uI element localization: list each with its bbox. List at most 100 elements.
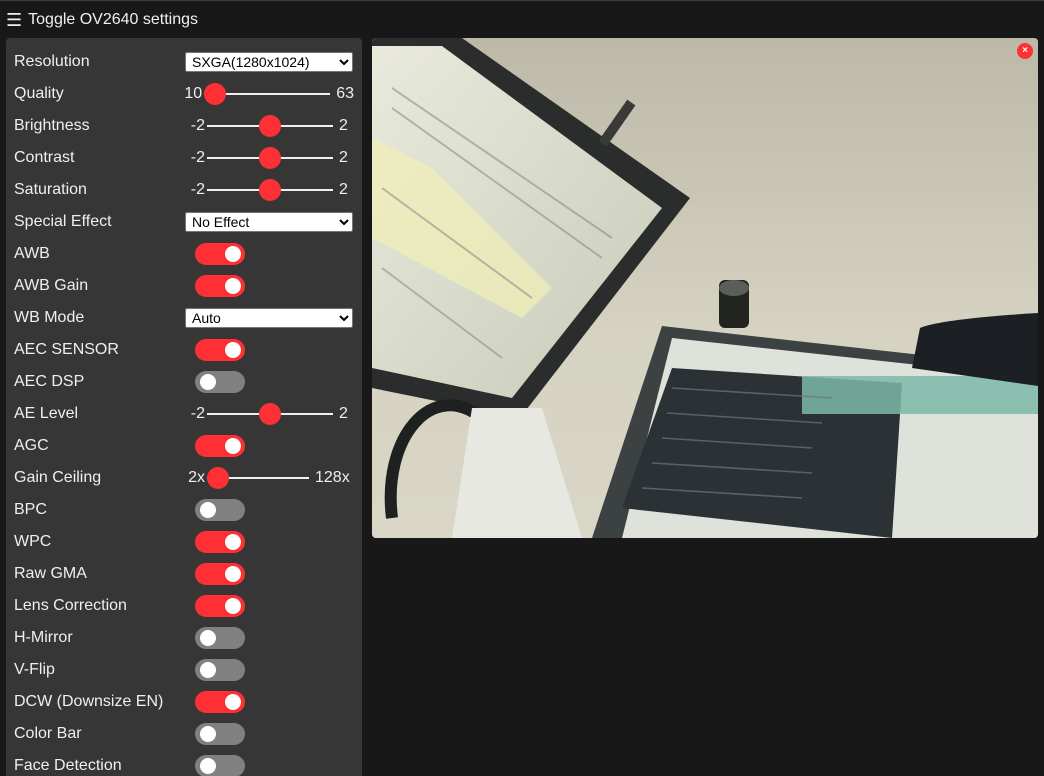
quality-min: 10 (184, 85, 203, 102)
aec-sensor-toggle-knob (225, 342, 241, 358)
v-flip-toggle[interactable] (195, 659, 245, 681)
contrast-row: Contrast -2 2 (14, 142, 354, 174)
agc-toggle-knob (225, 438, 241, 454)
brightness-row: Brightness -2 2 (14, 110, 354, 142)
saturation-track[interactable] (207, 179, 333, 201)
dcw-toggle[interactable] (195, 691, 245, 713)
bpc-toggle-knob (200, 502, 216, 518)
gain-ceiling-label: Gain Ceiling (14, 469, 102, 486)
awb-toggle[interactable] (195, 243, 245, 265)
brightness-slider[interactable]: -2 2 (185, 115, 348, 137)
bpc-row: BPC (14, 494, 354, 526)
special-effect-select[interactable]: No Effect (185, 212, 353, 232)
brightness-label: Brightness (14, 117, 90, 134)
awb-label: AWB (14, 245, 50, 262)
color-bar-toggle-knob (200, 726, 216, 742)
quality-row: Quality 10 63 (14, 78, 354, 110)
wpc-label: WPC (14, 533, 52, 550)
color-bar-toggle[interactable] (195, 723, 245, 745)
lens-correction-toggle[interactable] (195, 595, 245, 617)
v-flip-toggle-knob (200, 662, 216, 678)
h-mirror-toggle-knob (200, 630, 216, 646)
quality-thumb[interactable] (204, 83, 227, 105)
gain-ceiling-slider[interactable]: 2x 128x (185, 467, 350, 489)
awb-toggle-knob (225, 246, 241, 262)
color-bar-label: Color Bar (14, 725, 82, 742)
ae-level-min: -2 (190, 405, 205, 422)
aec-dsp-row: AEC DSP (14, 366, 354, 398)
face-detection-label: Face Detection (14, 757, 122, 774)
wpc-toggle-knob (225, 534, 241, 550)
h-mirror-label: H-Mirror (14, 629, 73, 646)
ae-level-thumb[interactable] (259, 403, 281, 425)
quality-slider[interactable]: 10 63 (182, 83, 354, 105)
awb-gain-toggle[interactable] (195, 275, 245, 297)
awb-gain-toggle-knob (225, 278, 241, 294)
face-detection-toggle[interactable] (195, 755, 245, 776)
special-effect-row: Special Effect No Effect (14, 206, 354, 238)
special-effect-label: Special Effect (14, 213, 112, 230)
close-stream-button[interactable]: × (1017, 43, 1033, 59)
v-flip-label: V-Flip (14, 661, 55, 678)
contrast-thumb[interactable] (259, 147, 281, 169)
gain-ceiling-min: 2x (188, 469, 205, 486)
wb-mode-label: WB Mode (14, 309, 85, 326)
bpc-label: BPC (14, 501, 47, 518)
agc-toggle[interactable] (195, 435, 245, 457)
aec-sensor-toggle[interactable] (195, 339, 245, 361)
dcw-toggle-knob (225, 694, 241, 710)
gain-ceiling-track[interactable] (207, 467, 309, 489)
wb-mode-row: WB Mode Auto (14, 302, 354, 334)
wb-mode-select[interactable]: Auto (185, 308, 353, 328)
gain-ceiling-row: Gain Ceiling 2x 128x (14, 462, 354, 494)
contrast-track[interactable] (207, 147, 333, 169)
brightness-thumb[interactable] (259, 115, 281, 137)
aec-sensor-row: AEC SENSOR (14, 334, 354, 366)
saturation-thumb[interactable] (259, 179, 281, 201)
camera-frame-image (372, 38, 1038, 538)
awb-row: AWB (14, 238, 354, 270)
saturation-label: Saturation (14, 181, 87, 198)
contrast-label: Contrast (14, 149, 75, 166)
saturation-slider[interactable]: -2 2 (185, 179, 348, 201)
agc-row: AGC (14, 430, 354, 462)
bpc-toggle[interactable] (195, 499, 245, 521)
gain-ceiling-thumb[interactable] (207, 467, 229, 489)
resolution-label: Resolution (14, 53, 90, 70)
settings-toggle[interactable]: ☰ Toggle OV2640 settings (6, 9, 198, 31)
brightness-track[interactable] (207, 115, 333, 137)
settings-toggle-label: Toggle OV2640 settings (28, 11, 199, 28)
raw-gma-toggle[interactable] (195, 563, 245, 585)
saturation-max: 2 (339, 181, 348, 198)
contrast-slider[interactable]: -2 2 (185, 147, 348, 169)
hamburger-menu-icon: ☰ (6, 10, 23, 30)
v-flip-row: V-Flip (14, 654, 354, 686)
saturation-min: -2 (190, 181, 205, 198)
gain-ceiling-max: 128x (315, 469, 350, 486)
brightness-max: 2 (339, 117, 348, 134)
quality-track[interactable] (204, 83, 331, 105)
saturation-row: Saturation -2 2 (14, 174, 354, 206)
quality-label: Quality (14, 85, 64, 102)
raw-gma-toggle-knob (225, 566, 241, 582)
dcw-label: DCW (Downsize EN) (14, 693, 164, 710)
top-border (0, 0, 1044, 1)
raw-gma-row: Raw GMA (14, 558, 354, 590)
contrast-max: 2 (339, 149, 348, 166)
wpc-toggle[interactable] (195, 531, 245, 553)
h-mirror-toggle[interactable] (195, 627, 245, 649)
dcw-row: DCW (Downsize EN) (14, 686, 354, 718)
aec-sensor-label: AEC SENSOR (14, 341, 119, 358)
resolution-select[interactable]: SXGA(1280x1024) (185, 52, 353, 72)
agc-label: AGC (14, 437, 49, 454)
ae-level-slider[interactable]: -2 2 (185, 403, 348, 425)
aec-dsp-toggle-knob (200, 374, 216, 390)
lens-correction-label: Lens Correction (14, 597, 127, 614)
ae-level-max: 2 (339, 405, 348, 422)
aec-dsp-toggle[interactable] (195, 371, 245, 393)
ae-level-row: AE Level -2 2 (14, 398, 354, 430)
awb-gain-label: AWB Gain (14, 277, 89, 294)
contrast-min: -2 (190, 149, 205, 166)
raw-gma-label: Raw GMA (14, 565, 87, 582)
ae-level-track[interactable] (207, 403, 333, 425)
